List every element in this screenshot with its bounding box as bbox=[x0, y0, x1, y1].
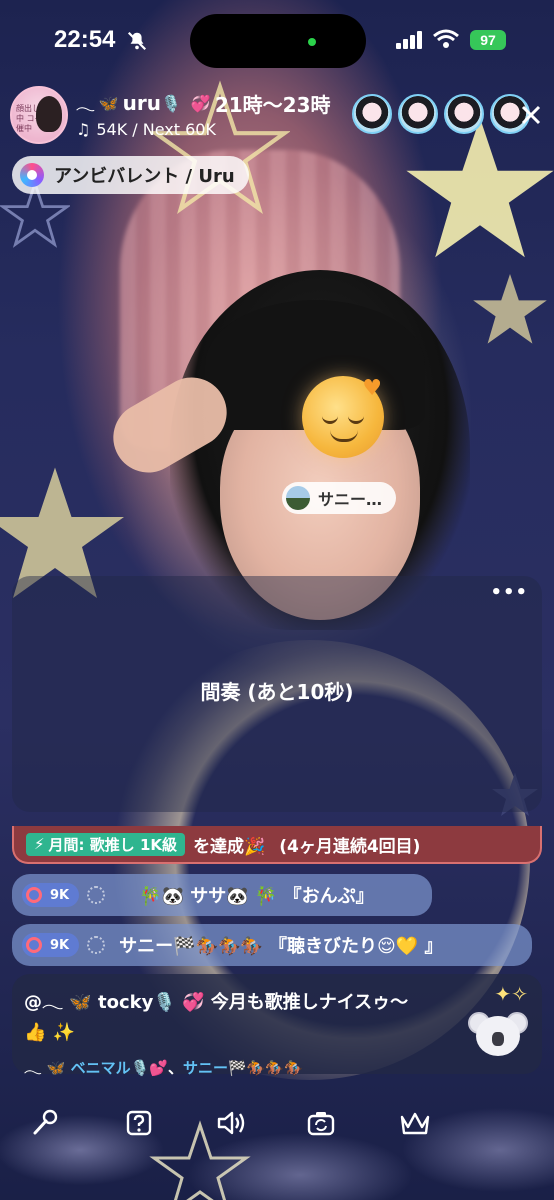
sticker-eye bbox=[348, 416, 364, 424]
mention-user[interactable]: ベニマル bbox=[71, 1059, 131, 1077]
crown-button[interactable] bbox=[398, 1106, 432, 1140]
chat-message-text: 🎋🐼 ササ🐼 🎋 『おんぷ』 bbox=[139, 886, 374, 907]
lightning-icon: ⚡ bbox=[34, 835, 45, 853]
speaker-button[interactable] bbox=[214, 1106, 248, 1140]
achievement-suffix: (4ヶ月連続4回目) bbox=[279, 836, 421, 857]
mention-suffix: 🎙️💕 bbox=[130, 1059, 169, 1077]
now-playing-pill[interactable]: アンビバレント / Uru bbox=[12, 156, 249, 194]
close-icon bbox=[521, 105, 541, 125]
comment-line: 👍 ✨ bbox=[24, 1022, 76, 1043]
schedule-text: 21時〜23時 bbox=[214, 92, 331, 117]
achievement-banner: ⚡ 月間: 歌推し 1K級 を達成🎉 (4ヶ月連続4回目) bbox=[12, 826, 542, 864]
koala-nose bbox=[492, 1032, 504, 1046]
heart-icon: ♥ bbox=[362, 376, 382, 401]
host-avatar[interactable]: 顔出し 配信中 コイン 開催中 bbox=[10, 86, 68, 144]
bottom-toolbar bbox=[0, 1100, 554, 1146]
viewer-avatar[interactable] bbox=[444, 94, 484, 134]
relieved-face-sticker: ♥ bbox=[302, 376, 384, 458]
cellular-signal-icon bbox=[396, 31, 422, 49]
fan-level-badge: 9K bbox=[22, 933, 80, 957]
question-box-button[interactable] bbox=[122, 1106, 156, 1140]
speaker-icon bbox=[217, 1111, 245, 1135]
viewer-avatar[interactable] bbox=[398, 94, 438, 134]
fans-progress-text: 54K / Next 60K bbox=[96, 120, 216, 139]
status-time: 22:54 bbox=[54, 26, 116, 53]
ring-icon bbox=[26, 937, 42, 953]
camera-flip-icon bbox=[307, 1112, 335, 1136]
ring-icon bbox=[26, 887, 42, 903]
close-button[interactable] bbox=[514, 98, 548, 132]
status-bar: 22:54 97 bbox=[0, 0, 554, 80]
mention-suffix: 🏁🏇🏇🏇 bbox=[228, 1059, 303, 1077]
level-icon bbox=[87, 886, 106, 904]
comment-mentions: 𓂃 🦋 ベニマル🎙️💕、サニー🏁🏇🏇🏇 bbox=[24, 1053, 530, 1078]
chat-message[interactable]: 9K 🎋🐼 ササ🐼 🎋 『おんぷ』 bbox=[12, 874, 432, 916]
host-comment[interactable]: @𓂃 🦋 tocky🎙️ 💞 今月も歌推しナイスゥ〜 👍 ✨ 𓂃 🦋 ベニマル🎙… bbox=[12, 974, 542, 1077]
camera-indicator-dot bbox=[308, 38, 316, 46]
avatar-photo bbox=[36, 96, 62, 132]
viewer-name-tag[interactable]: サニー… bbox=[282, 482, 397, 514]
crown-icon bbox=[400, 1112, 430, 1135]
now-playing-song: アンビバレント / Uru bbox=[54, 166, 235, 187]
host-title[interactable]: 𓂃 🦋 uru 🎙️ 💞 21時〜23時 bbox=[76, 90, 331, 117]
achievement-badge: ⚡ 月間: 歌推し 1K級 bbox=[26, 832, 186, 856]
achievement-text: を達成🎉 bbox=[193, 836, 266, 857]
more-options-button[interactable]: ••• bbox=[490, 582, 528, 603]
microphone-emoji-icon: 🎙️ bbox=[160, 93, 181, 113]
chat-message-text: サニー🏁🏇🏇🏇 『聴きびたり😌💛 』 bbox=[119, 936, 443, 957]
ring-icon: 𓂃 bbox=[76, 95, 95, 114]
host-name: uru bbox=[122, 91, 161, 115]
bell-slash-icon bbox=[127, 31, 147, 51]
interlude-text: 間奏 (あと10秒) bbox=[200, 680, 354, 704]
viewer-mini-avatar bbox=[286, 486, 310, 510]
lyrics-card: ••• 間奏 (あと10秒) bbox=[12, 576, 542, 812]
chat-message[interactable]: 9K サニー🏁🏇🏇🏇 『聴きびたり😌💛 』 bbox=[12, 924, 532, 966]
fans-progress: ♫ 54K / Next 60K bbox=[76, 120, 216, 139]
question-box-icon bbox=[126, 1110, 152, 1136]
dynamic-island bbox=[190, 14, 366, 68]
camera-flip-button[interactable] bbox=[304, 1106, 338, 1140]
microphone-button[interactable] bbox=[28, 1106, 62, 1140]
level-icon bbox=[87, 936, 106, 954]
star-decoration bbox=[473, 274, 547, 344]
comment-line: @𓂃 🦋 tocky🎙️ 💞 今月も歌推しナイスゥ〜 bbox=[24, 992, 409, 1013]
wifi-icon bbox=[433, 29, 459, 48]
music-disc-icon bbox=[20, 163, 44, 187]
sticker-mouth bbox=[330, 430, 358, 442]
mention-prefix: 𓂃 🦋 bbox=[24, 1059, 71, 1077]
fan-level-text: 9K bbox=[50, 937, 70, 953]
sparkle-icon: ✦✧ bbox=[494, 982, 528, 1006]
name-tag-text: サニー… bbox=[318, 490, 383, 509]
hearts-icon: 💞 bbox=[190, 93, 211, 113]
achievement-badge-text: 月間: 歌推し 1K級 bbox=[48, 835, 178, 854]
koala-sticker bbox=[468, 1008, 528, 1064]
fan-level-text: 9K bbox=[50, 887, 70, 903]
mention-user[interactable]: サニー bbox=[183, 1059, 228, 1077]
sticker-eye bbox=[322, 416, 338, 424]
viewer-avatar[interactable] bbox=[352, 94, 392, 134]
battery-indicator: 97 bbox=[470, 30, 506, 50]
microphone-icon bbox=[33, 1109, 58, 1135]
mention-separator: 、 bbox=[168, 1059, 184, 1077]
butterfly-icon: 🦋 bbox=[98, 93, 119, 113]
fan-level-badge: 9K bbox=[22, 883, 80, 907]
music-note-icon: ♫ bbox=[76, 120, 91, 139]
